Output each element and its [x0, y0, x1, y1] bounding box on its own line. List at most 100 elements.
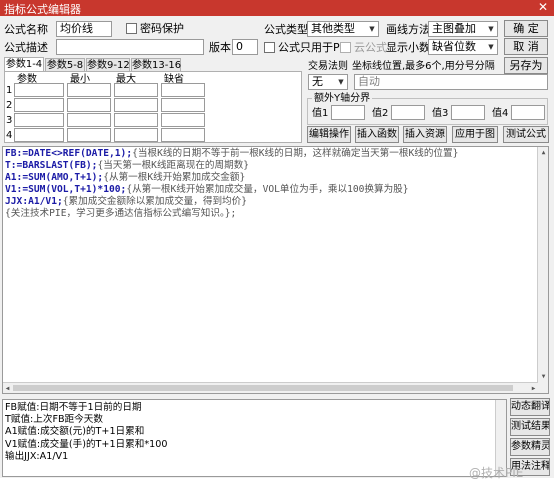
extra-y-axis-label: 额外Y轴分界: [312, 92, 373, 106]
value2-input[interactable]: [391, 105, 425, 120]
param-max-cell[interactable]: [114, 113, 158, 127]
decimal-select[interactable]: 缺省位数 ▼: [428, 39, 498, 55]
dynamic-translate-button[interactable]: 动态翻译: [510, 398, 550, 416]
param-default-cell[interactable]: [161, 83, 205, 97]
window-title: 指标公式编辑器: [4, 3, 81, 16]
param-default-cell[interactable]: [161, 128, 205, 142]
decimal-value: 缺省位数: [432, 40, 476, 53]
param-max-cell[interactable]: [114, 98, 158, 112]
code-token: SUM: [28, 172, 46, 183]
scroll-right-icon[interactable]: ▶: [529, 384, 538, 393]
code-comment: {当天第一根K线距离现在的周期数}: [97, 160, 250, 171]
chevron-down-icon: ▼: [488, 43, 494, 51]
param-max-cell[interactable]: [114, 83, 158, 97]
ok-button[interactable]: 确 定: [504, 20, 548, 37]
row-number: 4: [6, 130, 13, 141]
output-line: FB赋值:日期不等于1日前的日期: [5, 402, 142, 413]
cancel-button[interactable]: 取 消: [504, 38, 548, 55]
param-max-cell[interactable]: [114, 128, 158, 142]
trade-rule-label: 交易法则: [308, 61, 348, 72]
row-number: 3: [6, 115, 13, 126]
formula-type-select[interactable]: 其他类型 ▼: [307, 21, 379, 37]
test-formula-button[interactable]: 测试公式: [503, 126, 549, 143]
code-line: {关注技术PIE，学习更多通达信指标公式编写知识。};: [5, 208, 546, 220]
param-name-cell[interactable]: [14, 83, 64, 97]
output-line: T赋值:上次FB距今天数: [5, 414, 103, 426]
code-token: DATE: [85, 148, 109, 159]
code-token: ,1);: [109, 148, 133, 159]
code-comment: {当根K线的日期不等于前一根K线的日期，这样就确定当天第一根K线的位置}: [132, 148, 459, 159]
code-token: A1:=: [5, 172, 29, 183]
code-line: T:=BARSLAST(FB);{当天第一根K线距离现在的周期数}: [5, 160, 546, 172]
close-icon[interactable]: ✕: [538, 0, 548, 14]
formula-name-input[interactable]: 均价线: [56, 21, 112, 37]
formula-type-value: 其他类型: [311, 22, 355, 35]
code-token: BARSLAST: [22, 160, 69, 171]
scroll-left-icon[interactable]: ◀: [3, 384, 12, 393]
scroll-up-icon[interactable]: ▲: [539, 148, 548, 157]
param-name-cell[interactable]: [14, 98, 64, 112]
cloud-label: 云公式: [354, 41, 387, 54]
insert-resource-button[interactable]: 插入资源: [403, 126, 447, 143]
param-default-cell[interactable]: [161, 98, 205, 112]
test-result-button[interactable]: 测试结果: [510, 418, 550, 436]
code-comment: {从第一根K线开始累加成交量，VOL单位为手，乘以100换算为股}: [126, 184, 409, 195]
formula-desc-input[interactable]: [56, 39, 204, 55]
password-label: 密码保护: [140, 22, 184, 35]
code-token: T:=: [5, 160, 23, 171]
chevron-down-icon: ▼: [369, 25, 375, 33]
code-token: <>: [51, 148, 63, 159]
code-lines: FB:=DATE<>REF(DATE,1);{当根K线的日期不等于前一根K线的日…: [5, 148, 546, 220]
value1-input[interactable]: [331, 105, 365, 120]
vertical-scrollbar[interactable]: ▲ ▼: [537, 147, 548, 393]
code-comment: {从第一根K线开始累加成交金额}: [103, 172, 246, 183]
edit-operation-button[interactable]: 编辑操作: [307, 126, 351, 143]
password-checkbox[interactable]: [126, 23, 137, 34]
param-name-cell[interactable]: [14, 128, 64, 142]
param-min-cell[interactable]: [67, 83, 111, 97]
value4-label: 值4: [492, 108, 509, 119]
formula-desc-label: 公式描述: [4, 41, 48, 54]
param-min-cell[interactable]: [67, 128, 111, 142]
param-min-cell[interactable]: [67, 113, 111, 127]
pc-only-checkbox[interactable]: [264, 42, 275, 53]
tab-params-5-8[interactable]: 参数5-8: [45, 58, 85, 71]
value4-input[interactable]: [511, 105, 545, 120]
chevron-down-icon: ▼: [338, 78, 344, 86]
param-wizard-button[interactable]: 参数精灵: [510, 438, 550, 456]
coord-line-label: 坐标线位置,最多6个,用分号分隔: [352, 61, 495, 72]
insert-function-button[interactable]: 插入函数: [355, 126, 399, 143]
trade-rule-select[interactable]: 无 ▼: [308, 74, 348, 90]
coord-line-input[interactable]: 自动: [354, 74, 548, 90]
code-line: A1:=SUM(AMO,T+1);{从第一根K线开始累加成交金额}: [5, 172, 546, 184]
tab-params-9-12[interactable]: 参数9-12: [86, 58, 130, 71]
save-as-button[interactable]: 另存为: [504, 57, 548, 74]
formula-code-editor[interactable]: FB:=DATE<>REF(DATE,1);{当根K线的日期不等于前一根K线的日…: [2, 146, 549, 394]
value3-input[interactable]: [451, 105, 485, 120]
param-min-cell[interactable]: [67, 98, 111, 112]
value1-label: 值1: [312, 108, 329, 119]
param-default-cell[interactable]: [161, 113, 205, 127]
tab-params-13-16[interactable]: 参数13-16: [131, 58, 181, 71]
output-line: 输出JJX:A1/V1: [5, 450, 69, 462]
draw-method-select[interactable]: 主图叠加 ▼: [428, 21, 498, 37]
param-name-cell[interactable]: [14, 113, 64, 127]
version-input[interactable]: 0: [232, 39, 258, 55]
pc-only-label: 公式只用于PC: [278, 41, 348, 54]
version-label: 版本: [209, 41, 231, 54]
code-token: ,T+1)*100;: [68, 184, 127, 195]
tab-params-1-4[interactable]: 参数1-4: [4, 57, 44, 71]
code-token: (FB);: [68, 160, 98, 171]
horizontal-scrollbar[interactable]: ◀ ▶: [3, 382, 538, 393]
value3-label: 值3: [432, 108, 449, 119]
watermark: @技术PIE: [469, 466, 524, 480]
code-comment: {累加成交金额除以累加成交量，得到均价}: [62, 196, 248, 207]
translation-output-panel: FB赋值:日期不等于1日前的日期 T赋值:上次FB距今天数 A1赋值:成交额(元…: [2, 399, 507, 477]
scrollbar-thumb[interactable]: [13, 385, 513, 391]
code-token: V1:=: [5, 184, 29, 195]
scroll-down-icon[interactable]: ▼: [539, 372, 548, 381]
apply-to-chart-button[interactable]: 应用于图: [452, 126, 498, 143]
value2-label: 值2: [372, 108, 389, 119]
code-token: DATE: [28, 148, 52, 159]
cloud-checkbox[interactable]: [340, 42, 351, 53]
